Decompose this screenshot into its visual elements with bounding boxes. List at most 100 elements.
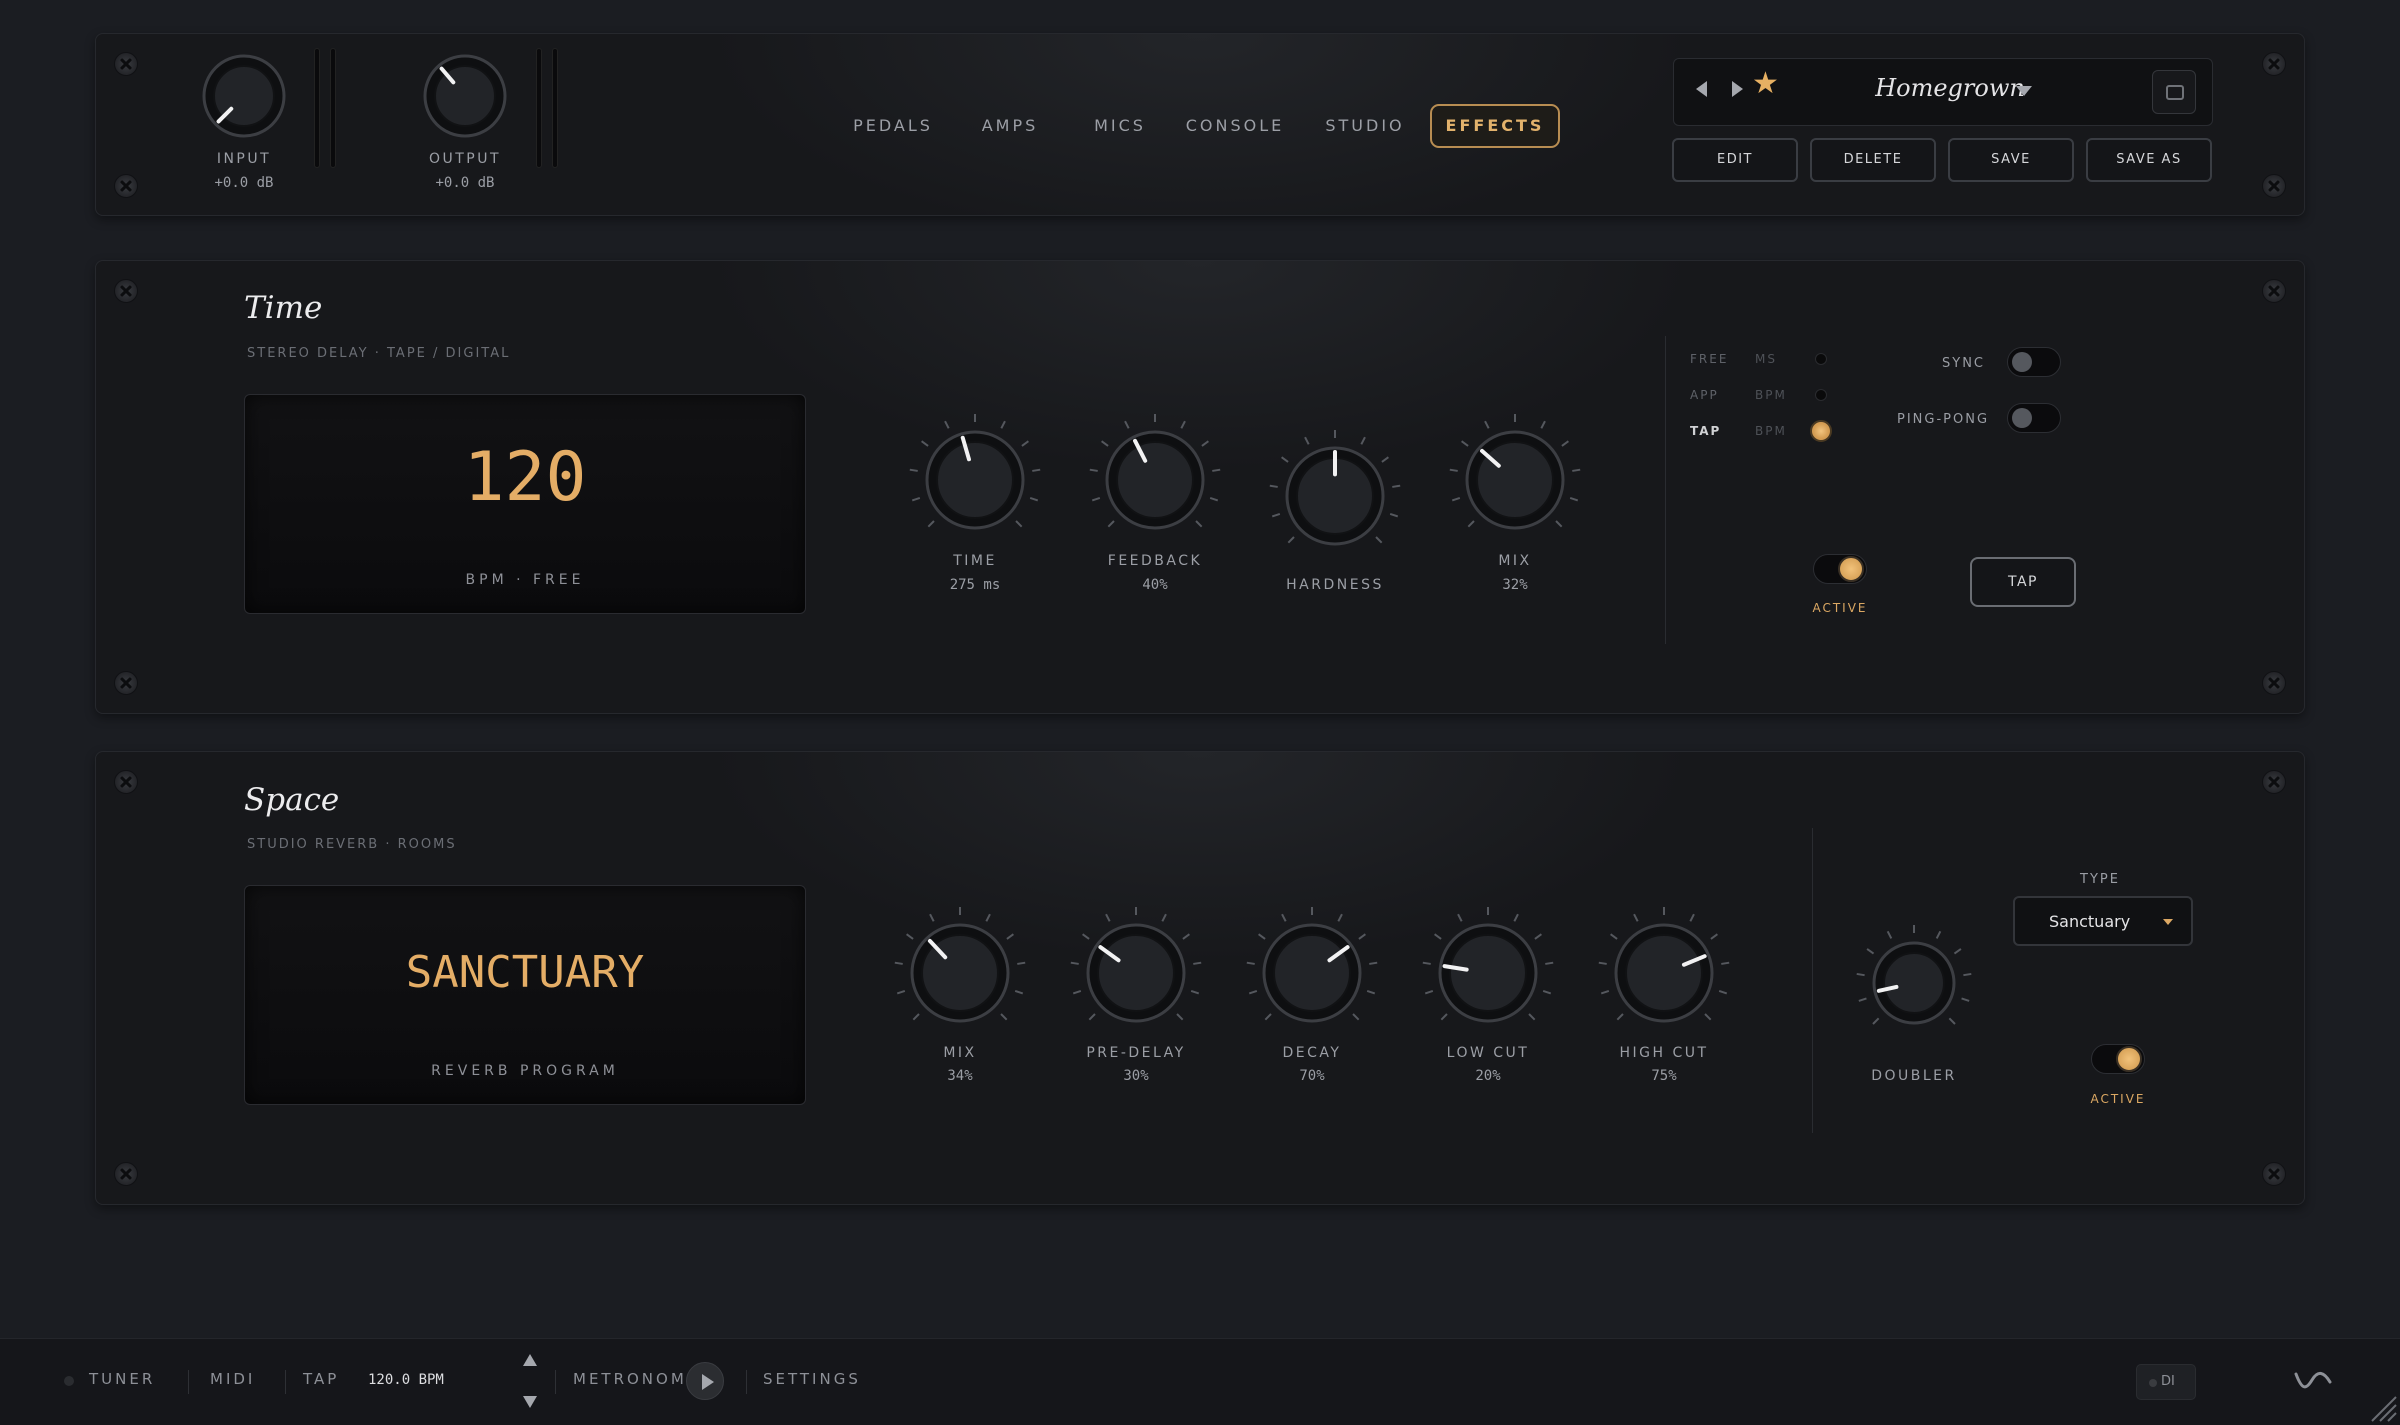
space-display-value: SANCTUARY [405,947,645,998]
input-label: INPUT [216,151,272,167]
time-active-toggle[interactable] [1813,554,1867,584]
favorite-star-icon[interactable]: ★ [1752,69,1779,99]
lowcut-label: LOW CUT [1446,1045,1530,1061]
separator [555,1370,556,1394]
output-meter-left [536,48,542,168]
time-knob-label: TIME [953,553,997,569]
sync-label: SYNC [1942,356,1985,371]
space-subtitle: STUDIO REVERB · ROOMS [247,837,457,852]
tab-console[interactable]: CONSOLE [1185,104,1285,148]
preset-dropdown-icon[interactable] [2016,86,2032,96]
space-divider [1812,828,1813,1133]
save-button[interactable]: SAVE [1948,138,2074,182]
time-subtitle: STEREO DELAY · TAPE / DIGITAL [247,346,511,361]
input-value: +0.0 dB [214,175,274,191]
lowcut-knob[interactable] [1417,902,1559,1044]
type-select[interactable]: Sanctuary [2013,896,2193,946]
input-meter-right [330,48,336,168]
tab-studio[interactable]: STUDIO [1325,104,1405,148]
preset-name[interactable]: Homegrown [1830,74,2070,102]
metronome-play-icon[interactable] [686,1362,724,1400]
tab-effects[interactable]: EFFECTS [1430,104,1560,148]
time-display-value: 120 [463,438,587,517]
time-knob-value: 275 ms [949,577,1001,593]
mix-knob[interactable] [1444,409,1586,551]
mode-free-unit: MS [1755,352,1777,366]
screw-icon [114,671,138,695]
tap-button[interactable]: TAP [1970,557,2076,607]
predelay-value: 30% [1123,1068,1149,1084]
space-title: Space [244,782,340,818]
doubler-label: DOUBLER [1871,1068,1957,1084]
screw-icon [2262,1162,2286,1186]
predelay-label: PRE-DELAY [1086,1045,1186,1061]
tab-mics[interactable]: MICS [1085,104,1155,148]
bpm-value[interactable]: 120.0 BPM [368,1372,444,1388]
type-label: TYPE [2080,872,2120,887]
tab-amps[interactable]: AMPS [975,104,1045,148]
tuner-button[interactable]: TUNER [89,1370,155,1388]
bpm-down-icon[interactable] [523,1396,537,1408]
decay-value: 70% [1299,1068,1325,1084]
predelay-knob[interactable] [1065,902,1207,1044]
decay-label: DECAY [1282,1045,1342,1061]
di-button[interactable]: DI [2136,1364,2196,1400]
feedback-knob-value: 40% [1142,577,1168,593]
space-mix-knob[interactable] [889,902,1031,1044]
settings-button[interactable]: SETTINGS [763,1370,861,1388]
save-as-button[interactable]: SAVE AS [2086,138,2212,182]
space-active-toggle[interactable] [2091,1044,2145,1074]
bpm-up-icon[interactable] [523,1354,537,1366]
output-value: +0.0 dB [435,175,495,191]
time-divider [1665,336,1666,644]
doubler-knob[interactable] [1851,920,1977,1046]
decay-knob[interactable] [1241,902,1383,1044]
input-knob[interactable] [198,50,290,142]
output-meter-right [552,48,558,168]
highcut-label: HIGH CUT [1619,1045,1709,1061]
screw-icon [2262,770,2286,794]
metronome-label: METRONOME [573,1370,700,1388]
separator [188,1370,189,1394]
screw-icon [114,279,138,303]
feedback-knob[interactable] [1084,409,1226,551]
chevron-down-icon [2163,919,2173,925]
time-display-caption: BPM · FREE [465,572,585,588]
screw-icon [114,174,138,198]
mode-free-label[interactable]: FREE [1690,352,1728,366]
tap-tempo-button[interactable]: TAP [303,1370,339,1388]
space-active-label: ACTIVE [2090,1092,2146,1106]
resize-handle-icon[interactable] [2368,1393,2398,1425]
time-knob[interactable] [904,409,1046,551]
midi-button[interactable]: MIDI [210,1370,255,1388]
screw-icon [2262,174,2286,198]
mode-free-led[interactable] [1815,353,1827,365]
mode-app-unit: BPM [1755,388,1787,402]
di-label: DI [2161,1374,2175,1389]
bottom-bar [0,1338,2400,1425]
preset-menu-icon[interactable] [2152,70,2196,114]
screw-icon [2262,52,2286,76]
tab-pedals[interactable]: PEDALS [845,104,941,148]
hardness-knob-label: HARDNESS [1286,577,1384,593]
mode-tap-label[interactable]: TAP [1690,424,1721,438]
sync-toggle[interactable] [2007,347,2061,377]
pingpong-label: PING-PONG [1897,412,1990,427]
hardness-knob[interactable] [1264,425,1406,567]
screw-icon [114,770,138,794]
preset-prev-icon[interactable] [1696,81,1707,97]
preset-next-icon[interactable] [1732,81,1743,97]
delete-button[interactable]: DELETE [1810,138,1936,182]
screw-icon [2262,279,2286,303]
lowcut-value: 20% [1475,1068,1501,1084]
mode-app-label[interactable]: APP [1690,388,1719,402]
input-meter-left [314,48,320,168]
mode-tap-led[interactable] [1810,420,1832,442]
screw-icon [114,52,138,76]
pingpong-toggle[interactable] [2007,403,2061,433]
mode-tap-unit: BPM [1755,424,1787,438]
highcut-knob[interactable] [1593,902,1735,1044]
mode-app-led[interactable] [1815,389,1827,401]
edit-button[interactable]: EDIT [1672,138,1798,182]
output-knob[interactable] [419,50,511,142]
